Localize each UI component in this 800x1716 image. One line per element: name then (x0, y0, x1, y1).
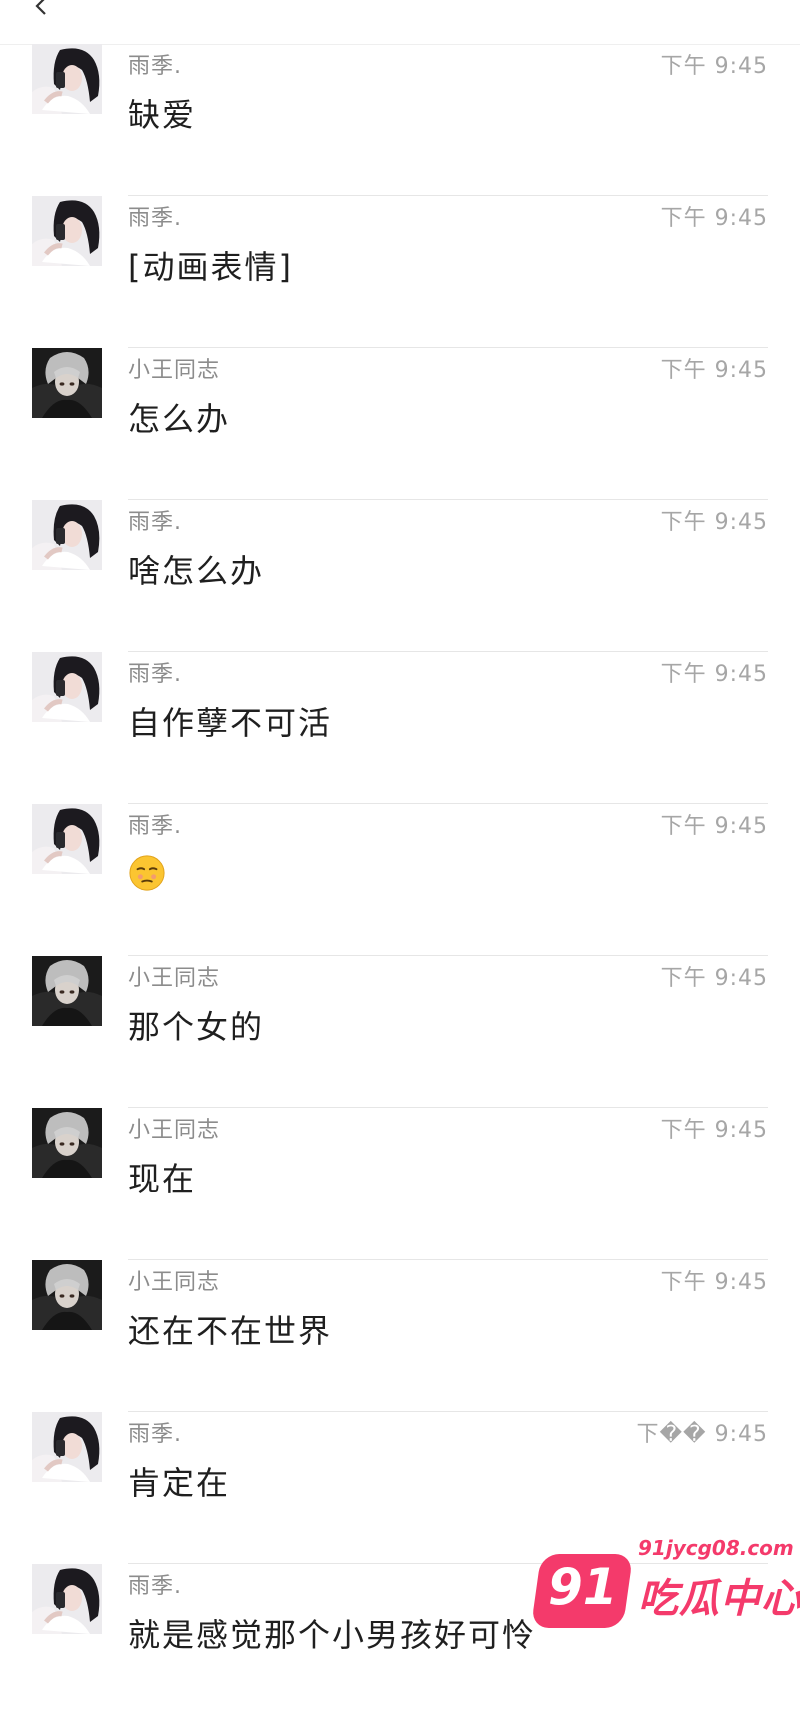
watermark-url: 91jycg08.com (638, 1536, 794, 1560)
list-item[interactable]: 雨季. 下午 9:45 (0, 804, 800, 956)
list-item[interactable]: 雨季. 下午 9:45 自作孽不可活 (0, 652, 800, 804)
message-emoji (128, 850, 166, 892)
avatar[interactable] (32, 652, 102, 722)
list-item[interactable]: 小王同志 下午 9:45 怎么办 (0, 348, 800, 500)
message-text: [动画表情] (128, 248, 293, 286)
list-item[interactable]: 雨季. 下午 9:45 [动画表情] (0, 196, 800, 348)
sender-name: 雨季. (128, 814, 182, 839)
avatar[interactable] (32, 804, 102, 874)
sender-name: 雨季. (128, 510, 182, 535)
avatar-image (32, 1564, 102, 1634)
avatar[interactable] (32, 500, 102, 570)
timestamp: 下午 9:45 (660, 662, 768, 687)
list-item[interactable]: 雨季. 下午 9:45 缺爱 (0, 44, 800, 196)
avatar-image (32, 1108, 102, 1178)
avatar-image (32, 44, 102, 114)
watermark-title: 吃瓜中心 (638, 1576, 800, 1622)
avatar[interactable] (32, 1564, 102, 1634)
timestamp: 下午 9:45 (660, 54, 768, 79)
sender-name: 小王同志 (128, 358, 221, 383)
avatar-image (32, 956, 102, 1026)
avatar[interactable] (32, 196, 102, 266)
timestamp: 下午 9:45 (660, 1118, 768, 1143)
sender-name: 雨季. (128, 206, 182, 231)
message-text: 怎么办 (128, 400, 231, 438)
list-item[interactable]: 小王同志 下午 9:45 还在不在世界 (0, 1260, 800, 1412)
sender-name: 小王同志 (128, 1270, 221, 1295)
list-item[interactable]: 雨季. 下午 9:45 啥怎么办 (0, 500, 800, 652)
timestamp: 下午 9:45 (660, 358, 768, 383)
unamused-face-icon (129, 855, 165, 891)
list-item[interactable]: 小王同志 下午 9:45 现在 (0, 1108, 800, 1260)
chevron-left-icon[interactable] (30, 0, 54, 18)
sender-name: 雨季. (128, 1422, 182, 1447)
message-text: 那个女的 (128, 1008, 265, 1046)
sender-name: 雨季. (128, 1574, 182, 1599)
avatar-image (32, 1412, 102, 1482)
avatar[interactable] (32, 1260, 102, 1330)
timestamp: 下�� 9:45 (636, 1422, 768, 1447)
message-list[interactable]: 雨季. 下午 9:45 缺爱 雨季. 下午 9:45 [动画表情] 小王同志 下… (0, 44, 800, 1716)
avatar[interactable] (32, 44, 102, 114)
watermark-badge-text: 91 (548, 1558, 618, 1616)
message-text: 还在不在世界 (128, 1312, 333, 1350)
message-text: 自作孽不可活 (128, 704, 333, 742)
avatar-image (32, 348, 102, 418)
message-text: 就是感觉那个小男孩好可怜 (128, 1616, 537, 1654)
sender-name: 小王同志 (128, 1118, 221, 1143)
avatar-image (32, 196, 102, 266)
timestamp: 下午 9:45 (660, 966, 768, 991)
timestamp: 下午 9:45 (660, 814, 768, 839)
list-item[interactable]: 小王同志 下午 9:45 那个女的 (0, 956, 800, 1108)
timestamp: 下午 9:45 (660, 206, 768, 231)
avatar[interactable] (32, 1108, 102, 1178)
message-text: 缺爱 (128, 96, 197, 134)
avatar[interactable] (32, 348, 102, 418)
watermark-logo: 91 91jycg08.com 吃瓜中心 (530, 1536, 800, 1636)
avatar-image (32, 804, 102, 874)
message-text: 现在 (128, 1160, 197, 1198)
avatar-image (32, 1260, 102, 1330)
timestamp: 下午 9:45 (660, 1270, 768, 1295)
timestamp: 下午 9:45 (660, 510, 768, 535)
avatar-image (32, 500, 102, 570)
sender-name: 小王同志 (128, 966, 221, 991)
chat-header (0, 0, 800, 45)
avatar-image (32, 652, 102, 722)
sender-name: 雨季. (128, 662, 182, 687)
avatar[interactable] (32, 1412, 102, 1482)
message-text: 肯定在 (128, 1464, 231, 1502)
sender-name: 雨季. (128, 54, 182, 79)
message-text: 啥怎么办 (128, 552, 265, 590)
avatar[interactable] (32, 956, 102, 1026)
